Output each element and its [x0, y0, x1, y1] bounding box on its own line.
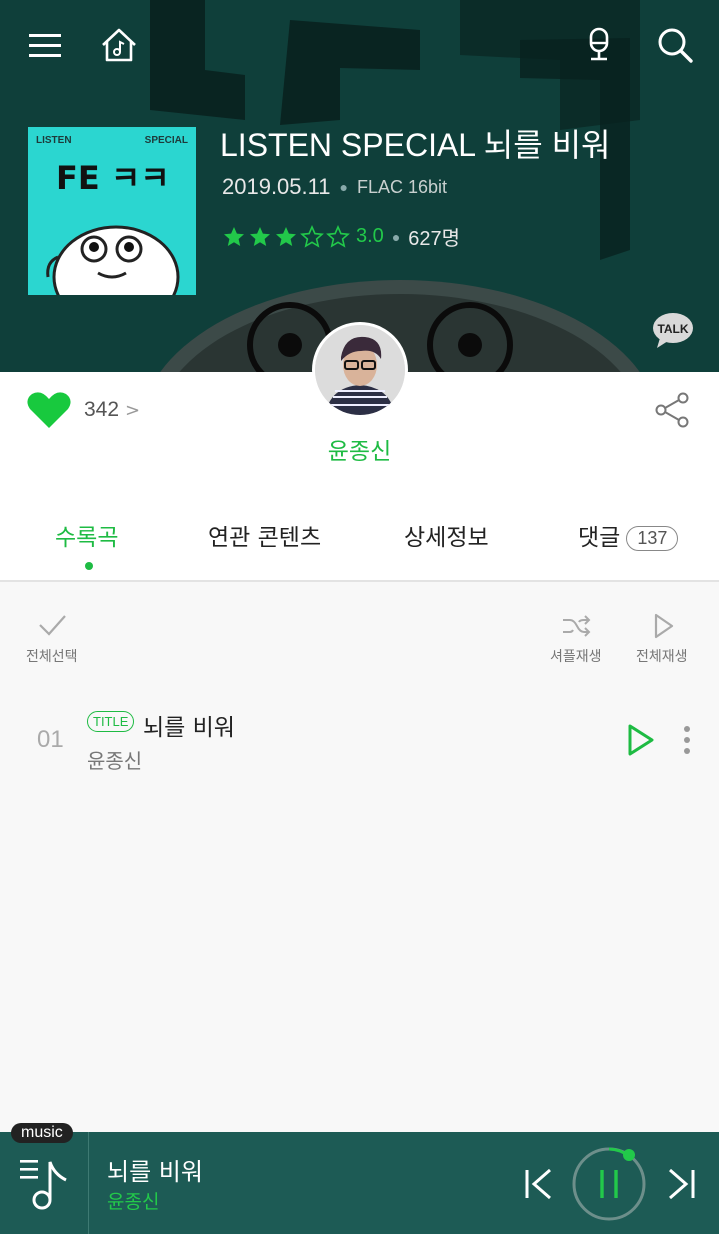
release-date: 2019.05.11	[222, 174, 331, 199]
title-track-badge: TITLE	[87, 711, 135, 732]
playlist-music-icon[interactable]	[18, 1156, 72, 1212]
track-row[interactable]: 01 TITLE 뇌를 비워 윤종신	[0, 700, 719, 780]
menu-icon	[29, 34, 61, 57]
audio-format: FLAC 16bit	[356, 176, 447, 197]
like-arrow: >	[125, 399, 141, 421]
shuffle-play-button[interactable]: 셔플재생	[550, 612, 602, 666]
album-title: LISTEN SPECIAL 뇌를 비워	[220, 127, 611, 163]
next-track-icon[interactable]	[664, 1164, 698, 1204]
track-number: 01	[37, 726, 64, 753]
checkmark-icon	[38, 615, 66, 636]
rating-stars	[222, 224, 352, 249]
shuffle-icon	[562, 615, 591, 637]
select-all-button[interactable]: 전체선택	[26, 612, 78, 666]
menu-button[interactable]	[22, 22, 68, 68]
rating-count: 627명	[408, 228, 461, 250]
artist-avatar[interactable]	[312, 322, 408, 418]
music-tab-tag: music	[11, 1123, 73, 1143]
microphone-icon	[589, 27, 609, 61]
voice-search-button[interactable]	[576, 22, 622, 68]
tab-comments-label: 댓글	[578, 525, 621, 551]
like-count: 342	[84, 398, 120, 421]
star-filled-icon	[250, 226, 270, 246]
star-empty-icon	[326, 224, 350, 248]
player-track-artist: 윤종신	[107, 1191, 160, 1213]
rating-separator: ●	[391, 228, 401, 245]
talk-label: TALK	[657, 322, 688, 336]
album-rating[interactable]: 3.0 ● 627명	[222, 222, 460, 251]
player-track-title: 뇌를 비워	[107, 1158, 203, 1186]
share-icon[interactable]	[654, 392, 690, 428]
album-header: LISTEN SPECIAL FE ㅋㅋ LISTEN SPECIAL 뇌를 비…	[0, 0, 719, 372]
cover-art: FE ㅋㅋ	[46, 159, 180, 295]
meta-separator: ●	[339, 179, 348, 195]
comment-count-badge: 137	[626, 526, 679, 551]
active-tab-indicator	[85, 562, 93, 570]
play-all-label: 전체재생	[636, 649, 688, 665]
home-button[interactable]	[96, 22, 142, 68]
cover-art-text: FE ㅋㅋ	[56, 159, 170, 197]
more-options-icon[interactable]	[676, 724, 698, 756]
track-artist: 윤종신	[87, 749, 143, 773]
album-cover[interactable]: LISTEN SPECIAL FE ㅋㅋ	[28, 127, 196, 295]
rating-value: 3.0	[356, 225, 384, 247]
tab-comments[interactable]: 댓글 137	[578, 518, 679, 552]
tab-related-content[interactable]: 연관 콘텐츠	[208, 518, 321, 552]
pause-icon[interactable]	[570, 1145, 648, 1223]
tab-tracks[interactable]: 수록곡	[55, 518, 118, 552]
track-title: 뇌를 비워	[143, 715, 235, 741]
tab-details[interactable]: 상세정보	[404, 518, 489, 552]
album-tabs: 수록곡 연관 콘텐츠 상세정보 댓글 137	[0, 518, 719, 558]
home-music-icon	[102, 28, 136, 62]
artist-photo	[315, 325, 405, 415]
play-all-button[interactable]: 전체재생	[636, 612, 688, 666]
select-all-label: 전체선택	[26, 649, 78, 665]
star-filled-icon	[276, 226, 296, 246]
track-play-icon[interactable]	[624, 722, 656, 758]
search-button[interactable]	[652, 22, 698, 68]
play-icon	[654, 613, 673, 639]
heart-icon	[27, 392, 71, 428]
album-meta: 2019.05.11 ● FLAC 16bit	[222, 174, 447, 200]
artist-name-link[interactable]: 윤종신	[0, 432, 719, 466]
kakao-talk-icon[interactable]: TALK	[652, 312, 694, 350]
previous-track-icon[interactable]	[522, 1164, 556, 1204]
player-divider	[88, 1132, 89, 1234]
search-icon	[658, 28, 693, 63]
shuffle-play-label: 셔플재생	[550, 649, 602, 665]
star-empty-icon	[300, 224, 324, 248]
like-button[interactable]: 342 >	[26, 390, 140, 430]
star-filled-icon	[224, 226, 244, 246]
